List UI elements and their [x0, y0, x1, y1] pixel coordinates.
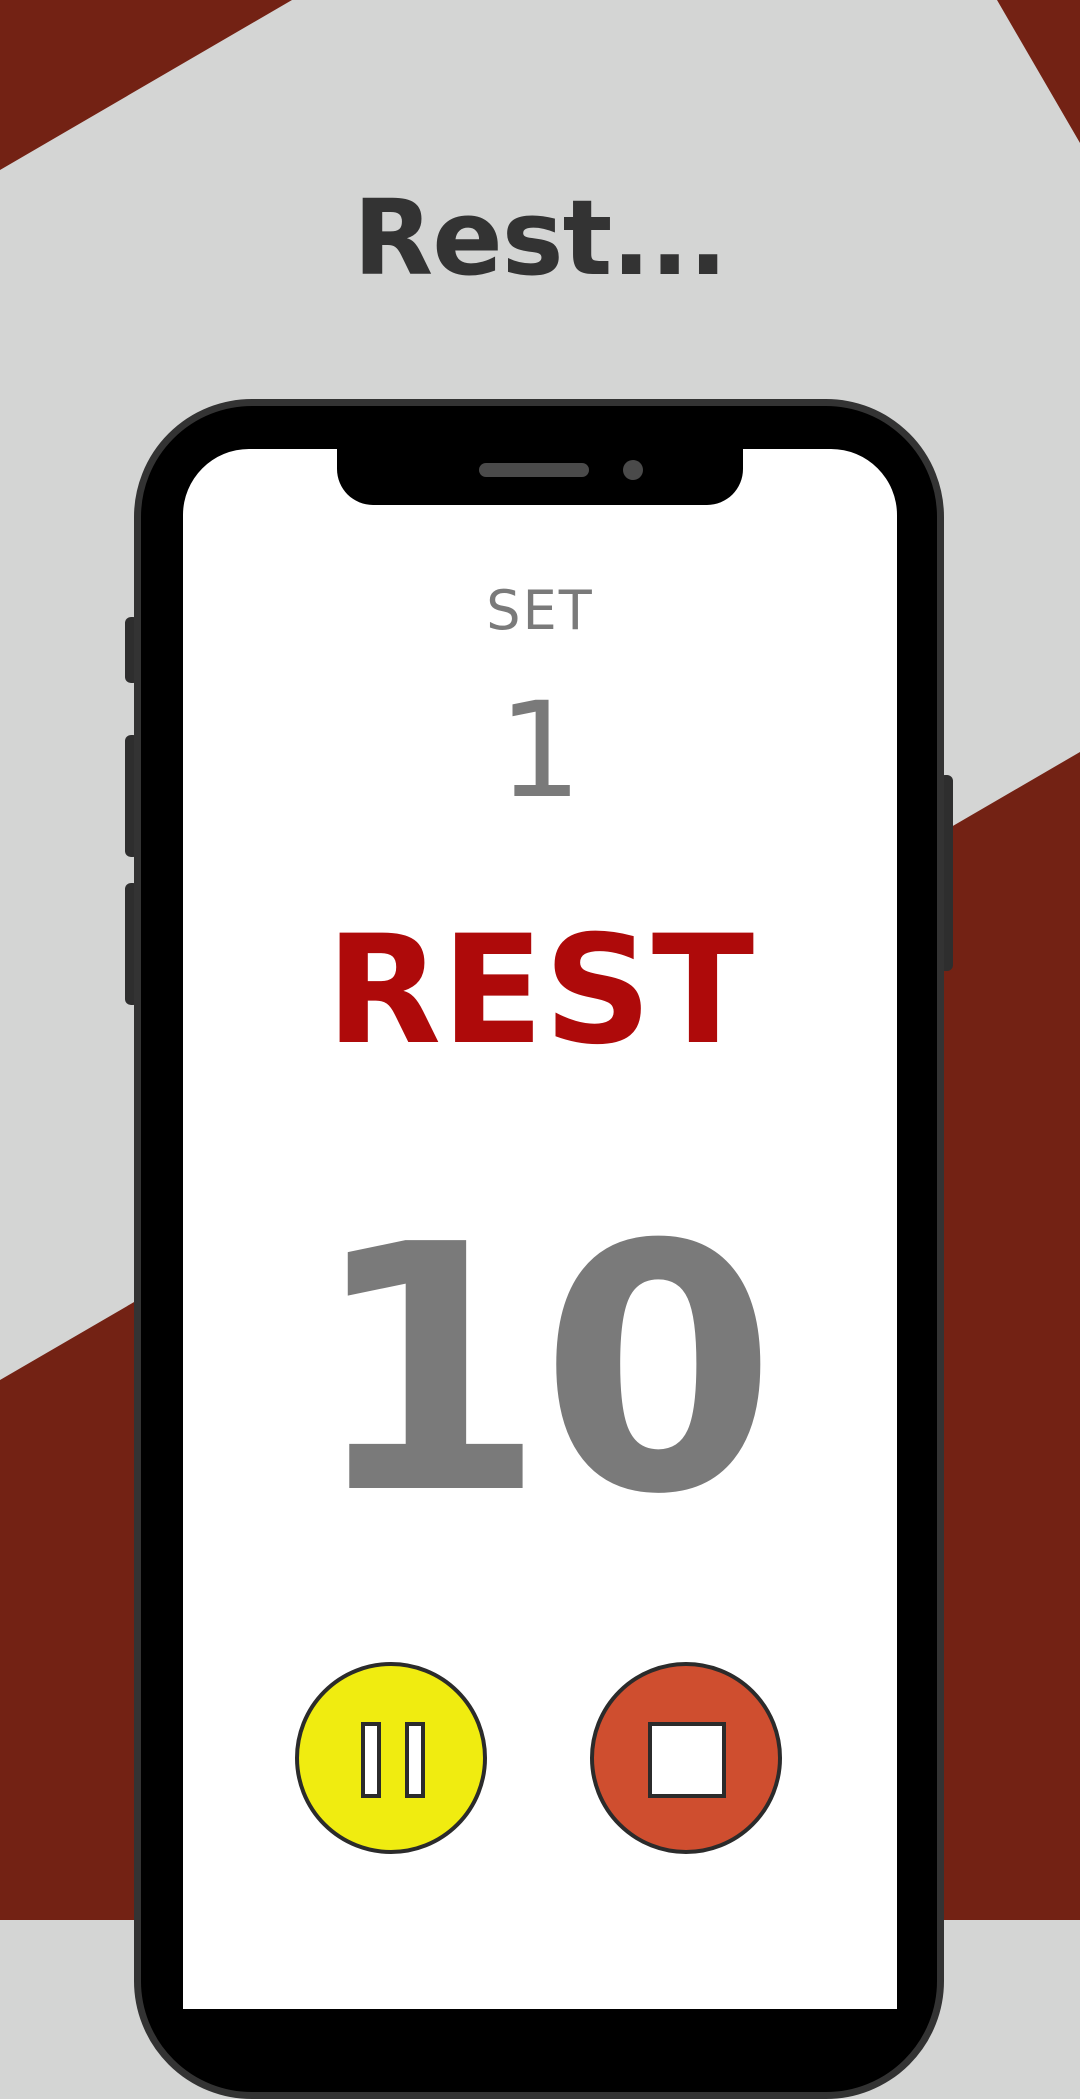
countdown-timer: 10	[309, 1173, 776, 1569]
front-camera	[623, 460, 643, 480]
page-headline: Rest...	[353, 177, 728, 299]
stop-icon	[648, 1722, 726, 1798]
stop-button[interactable]	[590, 1662, 782, 1854]
pause-icon-bar-right	[405, 1722, 425, 1798]
phase-label: REST	[325, 904, 755, 1078]
pause-button[interactable]	[295, 1662, 487, 1854]
pause-icon-bar-left	[361, 1722, 381, 1798]
speaker-grille	[479, 463, 589, 477]
set-number: 1	[498, 674, 582, 828]
set-label: SET	[486, 579, 594, 642]
